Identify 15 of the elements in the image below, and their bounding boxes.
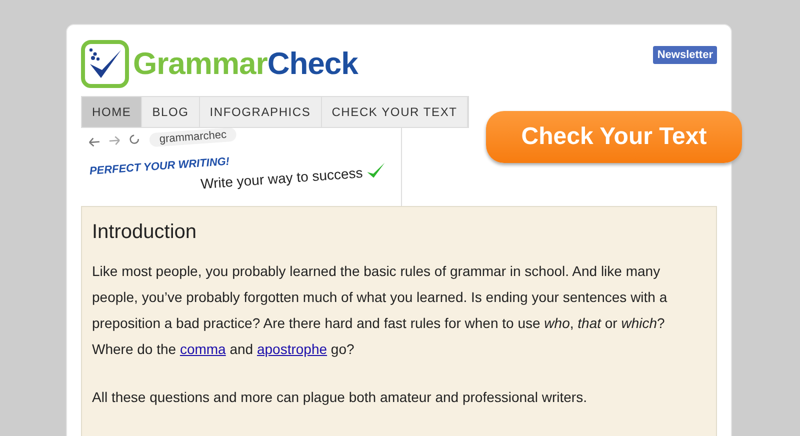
newsletter-button[interactable]: Newsletter bbox=[653, 46, 717, 64]
site-logo-text[interactable]: GrammarCheck bbox=[133, 46, 358, 82]
nav-tab[interactable]: CHECK YOUR TEXT bbox=[322, 97, 468, 127]
nav-tab[interactable]: BLOG bbox=[142, 97, 200, 127]
text-link[interactable]: apostrophe bbox=[256, 341, 328, 357]
url-bar: grammarchec bbox=[148, 128, 237, 148]
paragraph: All these questions and more can plague both amateur and professional writers. bbox=[92, 388, 588, 407]
text-link[interactable]: comma bbox=[180, 341, 226, 357]
checkmark-icon bbox=[366, 160, 388, 180]
checkmark-logo-icon bbox=[81, 40, 129, 88]
nav-tab[interactable]: INFOGRAPHICS bbox=[200, 97, 322, 127]
section-heading: Introduction bbox=[92, 221, 198, 244]
banner-headline: PERFECT YOUR WRITING! bbox=[89, 156, 230, 178]
nav-tab[interactable]: HOME bbox=[82, 97, 142, 127]
paragraph: Like most people, you probably learned the basic rules of grammar in school. And like many people, you’ve probably forgotten much of what you learned. Is ending your sentences with a preposition a bad practice? Are there hard and fast rules for when to use who, that or which? Where do the comma and apostrophe go? bbox=[92, 262, 668, 359]
